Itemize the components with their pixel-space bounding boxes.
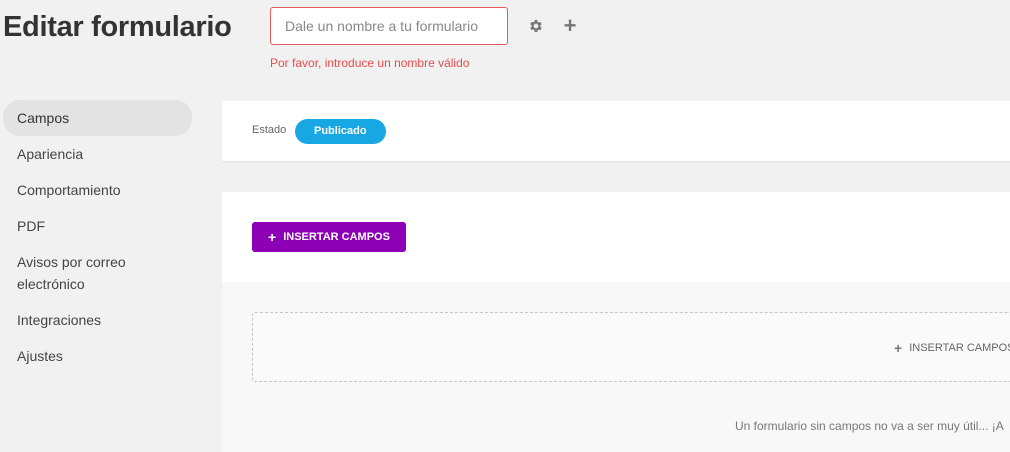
gear-icon[interactable] [525,15,547,37]
empty-form-note: Un formulario sin campos no va a ser muy… [735,419,1004,433]
sidebar-item-apariencia[interactable]: Apariencia [3,136,192,172]
plus-icon: + [268,229,277,245]
status-badge[interactable]: Publicado [295,119,386,144]
fields-dropzone[interactable]: + INSERTAR CAMPOS [252,312,1010,382]
insert-fields-label: INSERTAR CAMPOS [283,231,390,243]
name-error-message: Por favor, introduce un nombre válido [270,56,470,70]
dropzone-insert-fields[interactable]: + INSERTAR CAMPOS [894,340,1010,356]
gear-icon-svg [530,20,542,32]
fields-area: + INSERTAR CAMPOS Un formulario sin camp… [222,282,1010,452]
sidebar-item-pdf[interactable]: PDF [3,208,192,244]
status-label: Estado [252,124,287,136]
fields-card: + INSERTAR CAMPOS + INSERTAR CAMPOS Un f… [222,192,1010,452]
sidebar-item-avisos[interactable]: Avisos por correo electrónico [3,244,192,302]
page-title: Editar formulario [3,11,232,43]
plus-icon: + [894,340,903,356]
dropzone-insert-label: INSERTAR CAMPOS [909,342,1010,354]
insert-fields-button[interactable]: + INSERTAR CAMPOS [252,222,406,252]
plus-icon[interactable]: + [559,15,581,37]
sidebar-item-ajustes[interactable]: Ajustes [3,338,192,374]
sidebar-item-campos[interactable]: Campos [3,100,192,136]
status-card: Estado Publicado [222,101,1010,161]
sidebar: Campos Apariencia Comportamiento PDF Avi… [0,100,195,374]
sidebar-item-comportamiento[interactable]: Comportamiento [3,172,192,208]
sidebar-item-integraciones[interactable]: Integraciones [3,302,192,338]
form-name-input[interactable] [270,7,508,45]
